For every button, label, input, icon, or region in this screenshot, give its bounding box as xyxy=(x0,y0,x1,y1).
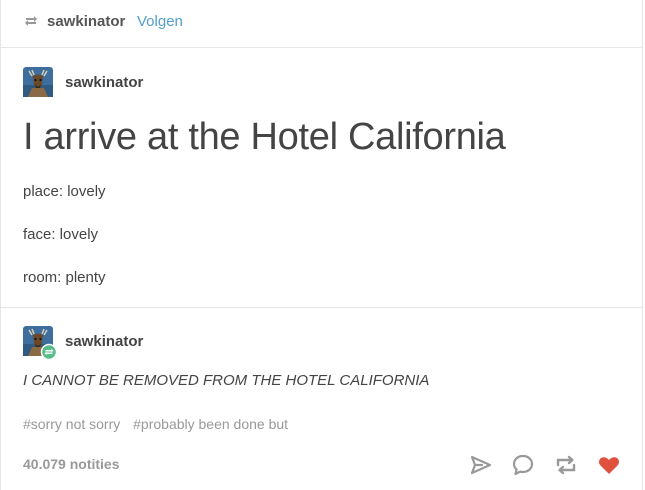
send-icon xyxy=(470,455,492,475)
avatar[interactable] xyxy=(23,67,53,97)
reblog-icon xyxy=(23,13,39,29)
notes-count[interactable]: 40.079 notities xyxy=(23,456,120,472)
post-line: face: lovely xyxy=(23,226,99,243)
follow-button[interactable]: Volgen xyxy=(137,13,183,30)
post-author-username[interactable]: sawkinator xyxy=(65,74,143,91)
reblog-text: I CANNOT BE REMOVED FROM THE HOTEL CALIF… xyxy=(23,372,430,389)
share-button[interactable] xyxy=(468,452,494,478)
tag-link[interactable]: #sorry not sorry xyxy=(23,416,120,432)
reblog-badge-icon xyxy=(40,343,58,361)
heart-icon xyxy=(599,457,619,474)
post-line: room: plenty xyxy=(23,269,106,286)
tag-list: #sorry not sorry #probably been done but xyxy=(23,416,297,432)
post-header: sawkinator Volgen xyxy=(1,0,642,48)
reblog-author-username[interactable]: sawkinator xyxy=(65,333,143,350)
reply-button[interactable] xyxy=(510,452,536,478)
tumblr-post: sawkinator Volgen sawkinator I arrive at… xyxy=(0,0,643,490)
reblog-button[interactable] xyxy=(553,452,579,478)
reblog-divider xyxy=(1,307,642,308)
post-title: I arrive at the Hotel California xyxy=(23,116,506,158)
avatar[interactable] xyxy=(23,326,58,361)
like-button[interactable] xyxy=(596,452,622,478)
post-line: place: lovely xyxy=(23,183,106,200)
reblogger-username[interactable]: sawkinator xyxy=(47,13,125,30)
chat-bubble-icon xyxy=(512,454,534,476)
tag-link[interactable]: #probably been done but xyxy=(133,416,288,432)
reblog-icon xyxy=(556,455,576,475)
